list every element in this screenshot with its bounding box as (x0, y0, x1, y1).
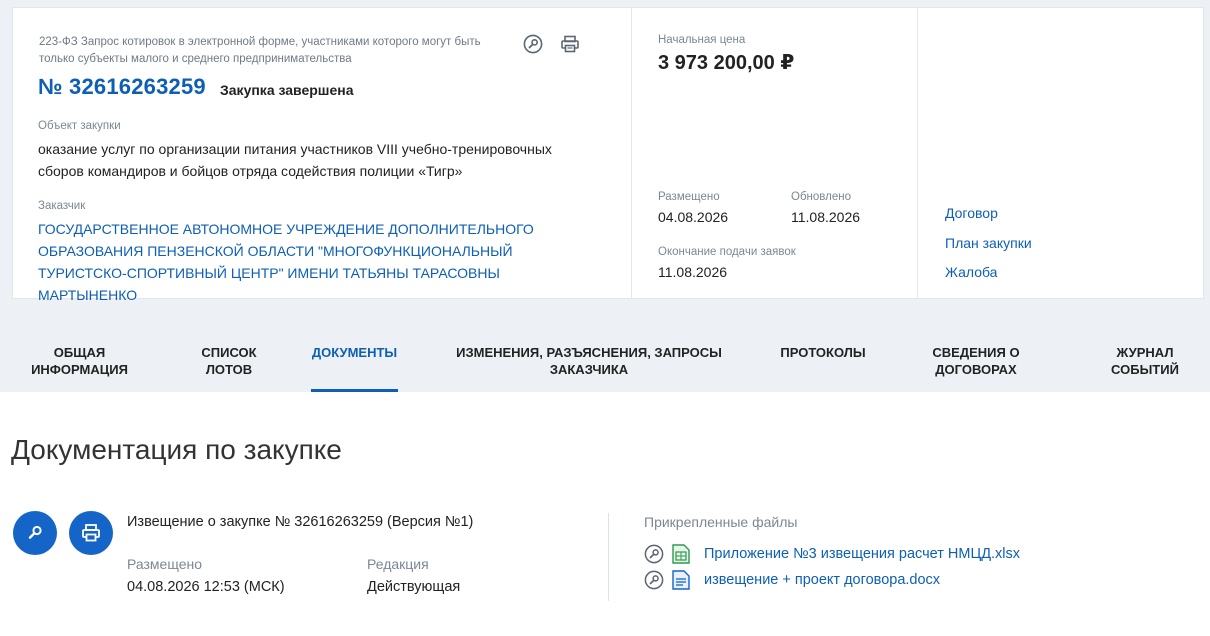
card-divider (917, 8, 918, 298)
price-value: 3 973 200,00 ₽ (658, 52, 795, 74)
tab-changes[interactable]: ИЗМЕНЕНИЯ, РАЗЪЯСНЕНИЯ, ЗАПРОСЫ ЗАКАЗЧИК… (448, 344, 730, 378)
page-title: Документация по закупке (11, 434, 342, 465)
posted-date: 04.08.2026 (658, 209, 729, 225)
search-icon[interactable] (522, 33, 544, 55)
price-label: Начальная цена (658, 34, 746, 46)
tab-documents[interactable]: ДОКУМЕНТЫ (304, 344, 405, 361)
file-link[interactable]: Приложение №3 извещения расчет НМЦД.xlsx (704, 546, 1020, 562)
notice-edition-value: Действующая (367, 579, 461, 595)
tab-protocols[interactable]: ПРОТОКОЛЫ (770, 344, 876, 361)
notice-posted-label: Размещено (127, 556, 202, 572)
file-link[interactable]: извещение + проект договора.docx (704, 572, 940, 588)
tab-general-info[interactable]: ОБЩАЯ ИНФОРМАЦИЯ (22, 344, 137, 378)
search-icon[interactable] (644, 544, 664, 564)
active-tab-indicator (311, 389, 398, 392)
file-item: извещение + проект договора.docx (644, 569, 940, 591)
status-badge: Закупка завершена (220, 82, 354, 98)
deadline-label: Окончание подачи заявок (658, 246, 796, 258)
deadline-date: 11.08.2026 (658, 264, 728, 280)
customer-label: Заказчик (38, 200, 86, 212)
docs-divider (608, 513, 609, 601)
tab-event-log[interactable]: ЖУРНАЛ СОБЫТИЙ (1100, 344, 1190, 378)
tab-lots[interactable]: СПИСОК ЛОТОВ (186, 344, 272, 378)
file-item: Приложение №3 извещения расчет НМЦД.xlsx (644, 543, 1020, 565)
search-icon[interactable] (644, 570, 664, 590)
card-divider (631, 8, 632, 298)
print-notice-button[interactable] (69, 511, 113, 555)
contract-link[interactable]: Договор (945, 205, 998, 221)
purchase-plan-link[interactable]: План закупки (945, 235, 1032, 251)
notice-edition-label: Редакция (367, 556, 429, 572)
object-text: оказание услуг по организации питания уч… (38, 141, 552, 179)
law-text: 223-ФЗ Запрос котировок в электронной фо… (39, 36, 481, 65)
print-icon (82, 524, 100, 542)
attached-files-label: Прикрепленные файлы (644, 514, 798, 530)
purchase-number[interactable]: № 32616263259 (38, 74, 206, 100)
xlsx-file-icon (670, 543, 692, 565)
updated-date: 11.08.2026 (791, 209, 861, 225)
tab-contracts[interactable]: СВЕДЕНИЯ О ДОГОВОРАХ (921, 344, 1031, 378)
docx-file-icon (670, 569, 692, 591)
tab-bar: ОБЩАЯ ИНФОРМАЦИЯ СПИСОК ЛОТОВ ДОКУМЕНТЫ … (0, 330, 1210, 392)
complaint-link[interactable]: Жалоба (945, 264, 997, 280)
updated-label: Обновлено (791, 191, 851, 203)
notice-title: Извещение о закупке № 32616263259 (Верси… (127, 514, 474, 530)
print-icon[interactable] (559, 33, 581, 55)
purchase-card: 223-ФЗ Запрос котировок в электронной фо… (12, 7, 1204, 303)
notice-posted-value: 04.08.2026 12:53 (МСК) (127, 579, 285, 595)
customer-link[interactable]: ГОСУДАРСТВЕННОЕ АВТОНОМНОЕ УЧРЕЖДЕНИЕ ДО… (38, 218, 598, 306)
posted-label: Размещено (658, 191, 720, 203)
view-notice-button[interactable] (13, 511, 57, 555)
search-icon (28, 525, 42, 539)
object-label: Объект закупки (38, 120, 121, 132)
